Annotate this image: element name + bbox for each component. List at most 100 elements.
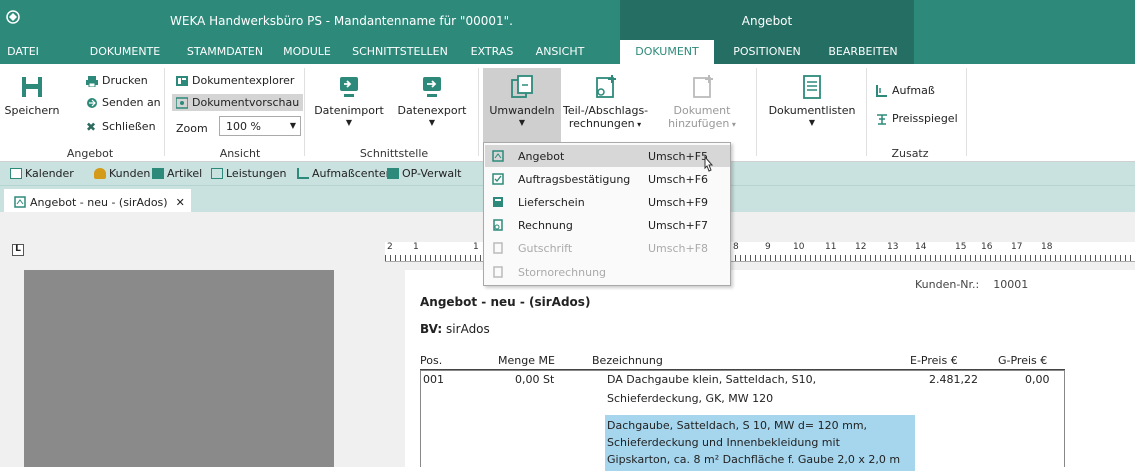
export-icon: [423, 77, 441, 97]
long-text-line: Gipskarton, ca. 8 m² Dachfläche f. Gaube…: [607, 453, 901, 466]
menu-item-gutschrift[interactable]: Gutschrift Umsch+F8: [485, 237, 730, 259]
data-import-button[interactable]: Datenimport ▼: [314, 68, 384, 142]
menu-item-shortcut: Umsch+F7: [648, 219, 709, 232]
ruler-number: 13: [887, 242, 899, 252]
data-export-button[interactable]: Datenexport ▼: [394, 68, 470, 142]
table-row[interactable]: 001 0,00 St DA Dachgaube klein, Sattelda…: [420, 370, 1065, 471]
ruler-number: 18: [1041, 242, 1053, 252]
ruler-number: 1: [413, 242, 419, 252]
tab-module[interactable]: MODULE: [276, 40, 338, 64]
save-label: Speichern: [4, 104, 60, 117]
ruler-number: 14: [915, 242, 927, 252]
send-button[interactable]: Senden an: [86, 96, 161, 109]
menu-item-angebot[interactable]: Angebot Umsch+F5: [485, 145, 730, 167]
tab-stop-icon[interactable]: L: [12, 244, 24, 256]
tab-schnittstellen[interactable]: SCHNITTSTELLEN: [345, 40, 455, 64]
tab-stammdaten[interactable]: STAMMDATEN: [180, 40, 270, 64]
close-label: Schließen: [102, 120, 156, 133]
chevron-down-icon: ▾: [729, 120, 736, 129]
menu-item-stornorechnung[interactable]: Stornorechnung: [485, 261, 730, 283]
column-description: Bezeichnung: [592, 354, 663, 367]
quick-customers-label: Kunden: [109, 167, 151, 180]
quick-articles[interactable]: Artikel: [152, 167, 202, 180]
convert-button[interactable]: Umwandeln ▼: [483, 68, 561, 142]
row-description-1: DA Dachgaube klein, Satteldach, S10,: [607, 373, 817, 386]
tab-dokumente[interactable]: DOKUMENTE: [80, 40, 170, 64]
row-total-price: 0,00: [1025, 373, 1050, 386]
measure-icon: [297, 168, 309, 179]
chevron-down-icon: ▼: [345, 118, 353, 127]
customer-number-value: 10001: [993, 278, 1029, 291]
group-label-zusatz: Zusatz: [891, 147, 929, 160]
print-label: Drucken: [102, 74, 148, 87]
group-separator: [304, 68, 305, 156]
menu-item-lieferschein[interactable]: Lieferschein Umsch+F9: [485, 191, 730, 213]
quick-services[interactable]: Leistungen: [211, 167, 286, 180]
tab-positionen[interactable]: POSITIONEN: [722, 40, 812, 64]
measurement-button[interactable]: Aufmaß: [876, 84, 935, 97]
title-bar: WEKA Handwerksbüro PS - Mandantenname fü…: [0, 0, 1135, 40]
document-lists-button[interactable]: Dokumentlisten ▼: [764, 68, 860, 142]
send-icon: [87, 97, 97, 108]
tab-extras[interactable]: EXTRAS: [462, 40, 522, 64]
close-button[interactable]: ✖ Schließen: [86, 120, 156, 133]
document-explorer-button[interactable]: Dokumentexplorer: [176, 74, 294, 87]
add-document-button[interactable]: Dokument hinzufügen ▾: [660, 68, 744, 142]
chevron-down-icon: ▼: [428, 118, 436, 127]
send-label: Senden an: [102, 96, 161, 109]
group-label-ansicht: Ansicht: [219, 147, 261, 160]
zoom-select[interactable]: 100 % ▼: [219, 116, 301, 136]
import-icon: [340, 77, 358, 97]
quick-customers[interactable]: Kunden: [94, 167, 150, 180]
weka-logo-icon[interactable]: [6, 10, 22, 26]
menu-item-label: Angebot: [518, 150, 565, 163]
document-tab-label: Angebot - neu - (sirAdos): [30, 195, 168, 209]
menu-item-auftragsbestaetigung[interactable]: Auftragsbestätigung Umsch+F6: [485, 168, 730, 190]
column-unit-price: E-Preis €: [910, 354, 958, 367]
partial-invoice-button[interactable]: Teil-/Abschlags- rechnungen ▾: [563, 68, 648, 142]
column-pos: Pos.: [420, 354, 443, 367]
print-button[interactable]: Drucken: [86, 74, 148, 87]
customer-number-label: Kunden-Nr.:: [915, 278, 980, 291]
group-label-angebot: Angebot: [66, 147, 114, 160]
chevron-down-icon: ▼: [289, 121, 296, 130]
op-icon: [387, 168, 399, 179]
calendar-icon: [10, 168, 22, 179]
price-mirror-button[interactable]: Preisspiegel: [876, 112, 958, 125]
chevron-down-icon: ▼: [518, 118, 526, 127]
services-icon: [211, 168, 223, 179]
save-button[interactable]: Speichern: [4, 68, 60, 142]
printer-icon: [86, 75, 98, 87]
tab-ansicht[interactable]: ANSICHT: [525, 40, 595, 64]
close-icon: ✖: [86, 119, 97, 134]
row-description-2: Schieferdeckung, GK, MW 120: [607, 392, 774, 405]
quick-calendar-label: Kalender: [25, 167, 74, 180]
menu-item-rechnung[interactable]: Rechnung Umsch+F7: [485, 214, 730, 236]
cancellation-invoice-icon: [493, 266, 503, 278]
order-confirmation-icon: [492, 173, 504, 185]
document-add-icon: [693, 75, 713, 98]
bv-label: BV:: [420, 322, 443, 336]
column-quantity: Menge ME: [498, 354, 555, 367]
menu-item-shortcut: Umsch+F8: [648, 242, 709, 255]
document-lists-label: Dokumentlisten: [768, 104, 856, 117]
group-separator: [164, 68, 165, 156]
tab-datei[interactable]: DATEI: [0, 40, 46, 64]
quick-measurement-center[interactable]: Aufmaßcenter: [297, 167, 390, 180]
table-header: Pos. Menge ME Bezeichnung E-Preis € G-Pr…: [420, 352, 1065, 370]
close-tab-icon[interactable]: ✕: [176, 196, 185, 209]
document-tab[interactable]: Angebot - neu - (sirAdos) ✕: [4, 189, 191, 212]
tab-dokument[interactable]: DOKUMENT: [620, 40, 714, 64]
long-text-selection[interactable]: Dachgaube, Satteldach, S 10, MW d= 120 m…: [605, 415, 915, 471]
add-document-label-1: Dokument: [673, 104, 731, 117]
document-preview-button[interactable]: Dokumentvorschau: [172, 94, 304, 111]
quick-op-management[interactable]: OP-Verwalt: [387, 167, 461, 180]
tab-bearbeiten[interactable]: BEARBEITEN: [815, 40, 911, 64]
convert-label: Umwandeln: [489, 104, 555, 117]
document-page[interactable]: Kunden-Nr.: 10001 Angebot - neu - (sirAdo…: [405, 270, 1135, 471]
convert-dropdown-menu: Angebot Umsch+F5 Auftragsbestätigung Ums…: [483, 142, 731, 286]
quick-calendar[interactable]: Kalender: [10, 167, 74, 180]
row-unit-price: 2.481,22: [929, 373, 978, 386]
offer-icon: [492, 150, 504, 162]
price-compare-icon: [877, 113, 887, 125]
